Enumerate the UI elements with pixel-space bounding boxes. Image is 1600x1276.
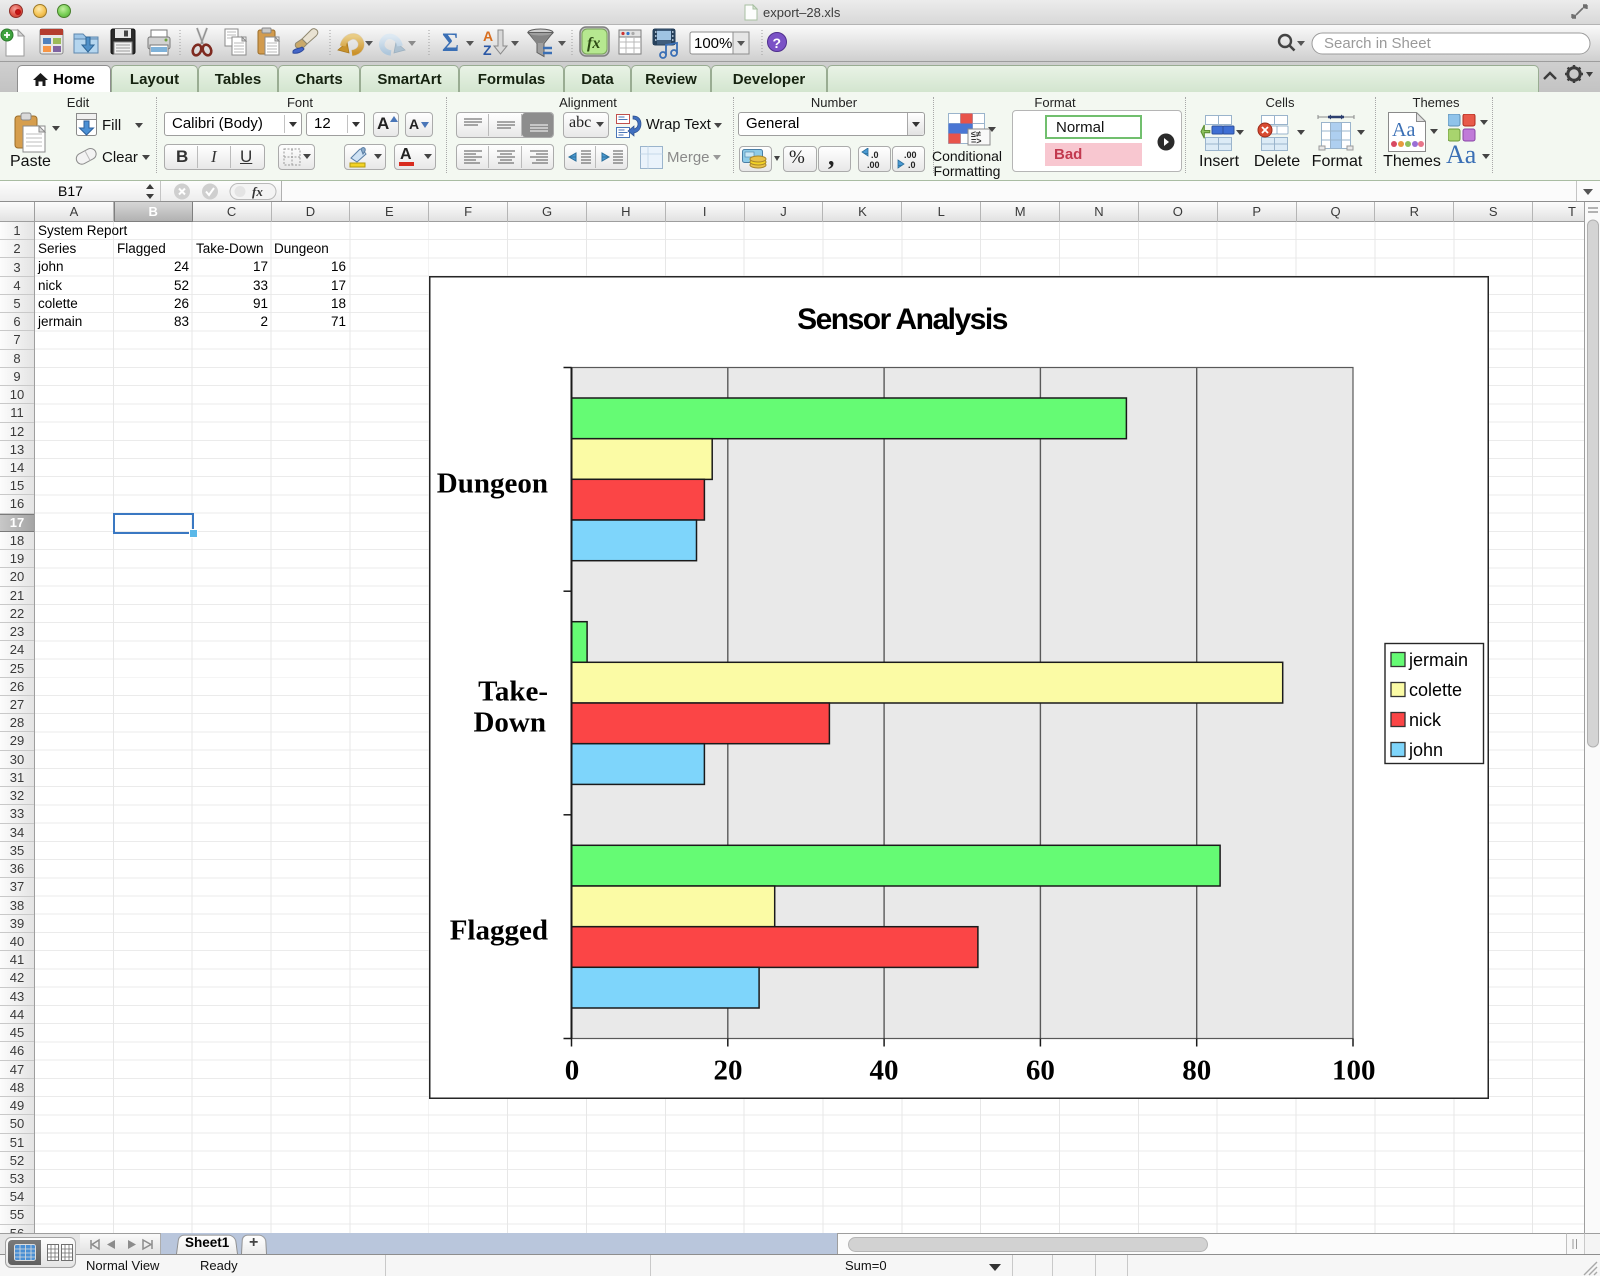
svg-text:60: 60: [1026, 1055, 1055, 1087]
svg-text:.0: .0: [871, 150, 879, 160]
svg-text:0: 0: [565, 1055, 580, 1087]
svg-text:Search in Sheet: Search in Sheet: [1324, 35, 1432, 52]
svg-text:Take-: Take-: [478, 676, 548, 708]
svg-text:nick: nick: [1409, 710, 1442, 730]
svg-text:Aa: Aa: [1392, 119, 1415, 141]
svg-text:.00: .00: [867, 160, 880, 170]
svg-text:Z: Z: [483, 42, 492, 58]
svg-text:100: 100: [1332, 1055, 1376, 1087]
svg-text:20: 20: [714, 1055, 743, 1087]
svg-text:.0: .0: [908, 160, 916, 170]
svg-text:Sensor Analysis: Sensor Analysis: [797, 303, 1008, 336]
svg-text:80: 80: [1182, 1055, 1211, 1087]
svg-text:Dungeon: Dungeon: [437, 468, 548, 500]
svg-text:40: 40: [870, 1055, 899, 1087]
svg-text:colette: colette: [1409, 680, 1462, 700]
svg-text:.00: .00: [904, 150, 917, 160]
svg-text:Down: Down: [473, 707, 546, 739]
svg-text:100%: 100%: [694, 35, 732, 52]
svg-text:?: ?: [773, 35, 782, 51]
svg-text:Flagged: Flagged: [450, 915, 548, 947]
svg-text:jermain: jermain: [1408, 650, 1468, 670]
svg-text:=>: =>: [971, 136, 982, 146]
svg-text:Σ: Σ: [442, 28, 459, 57]
svg-text:john: john: [1408, 740, 1443, 760]
svg-text:fx: fx: [252, 184, 263, 199]
svg-text:fx: fx: [587, 35, 600, 52]
